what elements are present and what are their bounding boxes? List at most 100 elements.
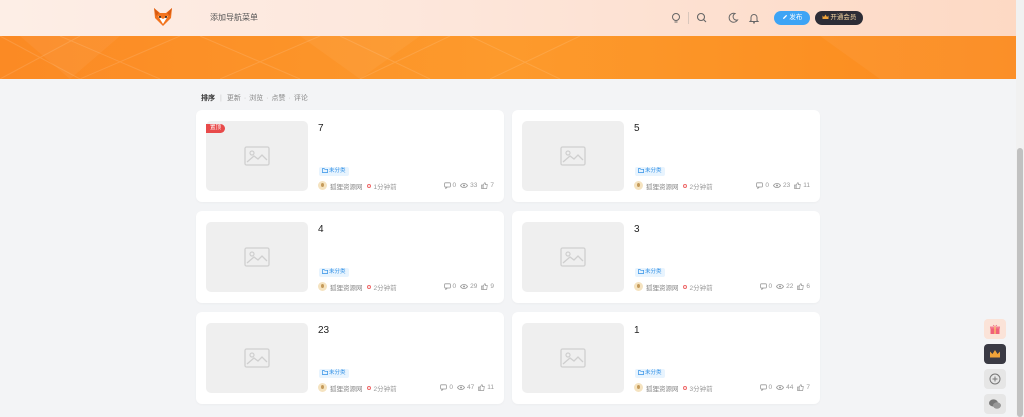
thumbs-up-icon: [481, 182, 489, 189]
author-name[interactable]: 狐狸资源网: [646, 383, 679, 393]
sort-option-likes[interactable]: 点赞: [272, 93, 286, 103]
fox-logo-icon[interactable]: [152, 7, 174, 27]
vip-float-button[interactable]: [984, 344, 1006, 364]
author-avatar[interactable]: [634, 383, 643, 392]
post-title[interactable]: 7: [318, 123, 324, 134]
like-count-value: 7: [806, 384, 810, 391]
author-name[interactable]: 狐狸资源网: [330, 282, 363, 292]
comment-icon: [756, 182, 764, 189]
post-time: 2分钟前: [373, 385, 397, 393]
view-count-value: 22: [786, 283, 794, 290]
view-count-value: 47: [467, 384, 475, 391]
lightbulb-icon[interactable]: [669, 11, 683, 25]
bell-icon[interactable]: [747, 11, 761, 25]
scrollbar-thumb[interactable]: [1017, 148, 1023, 417]
moon-icon[interactable]: [726, 11, 740, 25]
comment-icon: [443, 182, 451, 189]
post-thumbnail[interactable]: [522, 323, 624, 393]
clock-icon: [682, 385, 687, 390]
view-count-value: 44: [786, 384, 794, 391]
image-placeholder-icon: [560, 348, 586, 368]
author-avatar[interactable]: [318, 282, 327, 291]
sort-option-comments[interactable]: 评论: [294, 93, 308, 103]
like-count[interactable]: 7: [797, 384, 810, 391]
sort-label: 排序: [201, 95, 215, 102]
category-tag[interactable]: 未分类: [635, 268, 665, 277]
wechat-float-button[interactable]: [984, 394, 1006, 414]
view-count-value: 33: [470, 182, 478, 189]
post-thumbnail[interactable]: [206, 222, 308, 292]
post-title[interactable]: 3: [634, 224, 640, 235]
like-count[interactable]: 7: [481, 182, 494, 189]
search-icon[interactable]: [695, 11, 709, 25]
sort-separator-dot: ·: [243, 94, 247, 102]
like-count[interactable]: 6: [797, 283, 810, 290]
post-card[interactable]: 置顶 7 未分类 狐狸资源网 1分钟前 0 33 7: [196, 110, 504, 202]
category-tag[interactable]: 未分类: [319, 369, 349, 378]
like-count[interactable]: 11: [478, 384, 494, 391]
post-title[interactable]: 5: [634, 123, 640, 134]
folder-icon: [638, 369, 644, 375]
add-float-button[interactable]: [984, 369, 1006, 389]
like-count[interactable]: 9: [481, 283, 494, 290]
author-name[interactable]: 狐狸资源网: [330, 181, 363, 191]
crown-icon: [990, 350, 1000, 358]
post-card[interactable]: 5 未分类 狐狸资源网 2分钟前 0 23 11: [512, 110, 820, 202]
post-stats: 0 22 6: [756, 282, 810, 291]
add-nav-menu-link[interactable]: 添加导航菜单: [210, 12, 258, 23]
like-count-value: 6: [806, 283, 810, 290]
gift-float-button[interactable]: [984, 319, 1006, 339]
author-avatar[interactable]: [318, 181, 327, 190]
sort-separator-dot: ·: [288, 94, 291, 102]
vip-membership-button[interactable]: 开通会员: [815, 11, 863, 25]
author-name[interactable]: 狐狸资源网: [330, 383, 363, 393]
post-title[interactable]: 23: [318, 325, 329, 336]
post-card[interactable]: 3 未分类 狐狸资源网 2分钟前 0 22 6: [512, 211, 820, 303]
clock-icon: [366, 385, 371, 390]
post-card[interactable]: 1 未分类 狐狸资源网 3分钟前 0 44 7: [512, 312, 820, 404]
post-time: 2分钟前: [373, 284, 397, 292]
crown-icon: [822, 14, 829, 19]
sort-option-views[interactable]: 浏览: [249, 93, 263, 103]
post-meta: 狐狸资源网 1分钟前: [318, 181, 397, 191]
category-tag[interactable]: 未分类: [635, 167, 665, 176]
publish-label: 发布: [789, 14, 803, 21]
category-label: 未分类: [329, 168, 346, 174]
eye-icon: [776, 284, 785, 289]
view-count: 23: [773, 182, 790, 189]
author-avatar[interactable]: [634, 181, 643, 190]
thumbs-up-icon: [481, 283, 489, 290]
comment-count: 0: [443, 283, 457, 290]
category-tag[interactable]: 未分类: [319, 268, 349, 277]
sort-option-updated[interactable]: 更新: [227, 93, 241, 103]
post-title[interactable]: 1: [634, 325, 640, 336]
category-tag[interactable]: 未分类: [319, 167, 349, 176]
sort-bar: 排序 | 更新 · 浏览 · 点赞 · 评论: [201, 93, 308, 103]
view-count-value: 29: [470, 283, 478, 290]
post-thumbnail[interactable]: [522, 121, 624, 191]
post-meta: 狐狸资源网 2分钟前: [634, 181, 713, 191]
author-avatar[interactable]: [634, 282, 643, 291]
thumbs-up-icon: [797, 283, 805, 290]
author-name[interactable]: 狐狸资源网: [646, 181, 679, 191]
eye-icon: [773, 183, 781, 188]
post-time: 2分钟前: [689, 183, 713, 191]
like-count[interactable]: 11: [794, 182, 810, 189]
post-card[interactable]: 4 未分类狐狸资源网 2分钟前 0 29 9: [196, 211, 504, 303]
comment-count: 0: [440, 384, 453, 391]
post-title[interactable]: 4: [318, 224, 324, 235]
author-name[interactable]: 狐狸资源网: [646, 282, 679, 292]
author-avatar[interactable]: [318, 383, 327, 392]
post-thumbnail[interactable]: [206, 323, 308, 393]
comment-count: 0: [759, 283, 772, 290]
comment-icon: [443, 283, 451, 290]
image-placeholder-icon: [244, 146, 270, 166]
like-count-value: 11: [487, 384, 494, 391]
comment-count-value: 0: [452, 283, 457, 290]
category-label: 未分类: [645, 269, 662, 275]
post-thumbnail[interactable]: [522, 222, 624, 292]
clock-icon: [682, 183, 687, 188]
post-card[interactable]: 23 未分类狐狸资源网 2分钟前 0 47 11: [196, 312, 504, 404]
category-tag[interactable]: 未分类: [635, 369, 665, 378]
publish-button[interactable]: 发布: [774, 11, 810, 25]
